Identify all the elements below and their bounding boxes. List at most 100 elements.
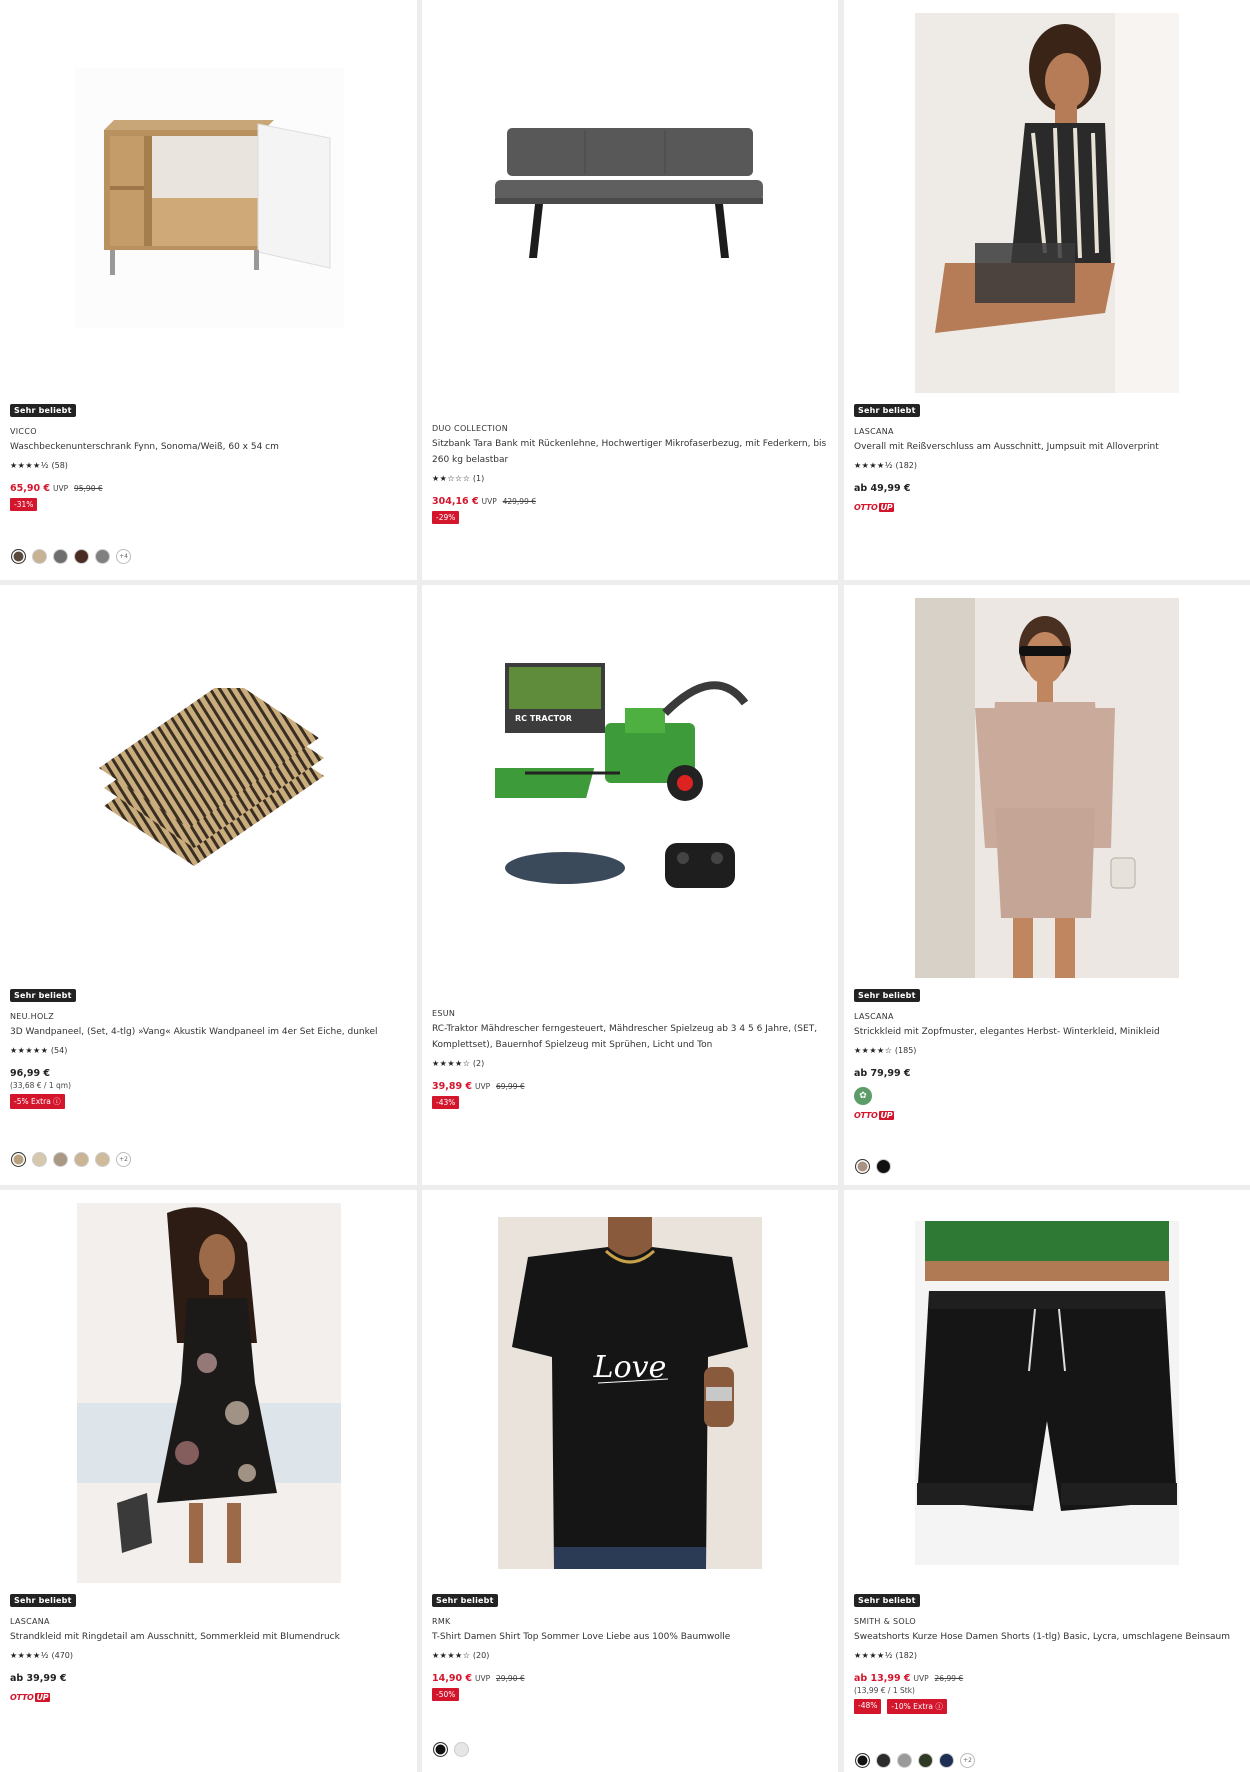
- uvp-label: UVP: [52, 484, 69, 493]
- review-count: (20): [472, 1651, 490, 1660]
- brand-name[interactable]: DUO COLLECTION: [432, 424, 830, 433]
- product-image[interactable]: [0, 585, 417, 980]
- sustainability-leaf-icon[interactable]: ✿: [854, 1087, 872, 1105]
- color-swatch[interactable]: [11, 549, 26, 564]
- color-swatch[interactable]: [855, 1159, 870, 1174]
- jumpsuit-model-image: [915, 12, 1179, 393]
- review-count: (1): [472, 474, 485, 483]
- popular-badge: Sehr beliebt: [10, 404, 76, 417]
- popular-badge: Sehr beliebt: [10, 989, 76, 1002]
- color-swatch[interactable]: [876, 1753, 891, 1768]
- uvp-price: 429,99 €: [502, 497, 537, 506]
- brand-name[interactable]: RMK: [432, 1617, 830, 1626]
- product-image[interactable]: Love: [422, 1190, 838, 1585]
- star-rating-icon: ★★★★½: [10, 1651, 49, 1660]
- brand-name[interactable]: LASCANA: [854, 1012, 1242, 1021]
- review-count: (2): [472, 1059, 485, 1068]
- box-label: RC TRACTOR: [515, 714, 572, 723]
- popular-badge: Sehr beliebt: [854, 1594, 920, 1607]
- brand-name[interactable]: ESUN: [432, 1009, 830, 1018]
- price-row: 96,99 €: [10, 1068, 409, 1079]
- product-image[interactable]: [0, 0, 417, 395]
- uvp-label: UVP: [481, 497, 497, 506]
- product-card[interactable]: Sehr beliebt LASCANA Strickkleid mit Zop…: [844, 585, 1250, 1185]
- color-swatch[interactable]: [897, 1753, 912, 1768]
- color-swatches: +2: [11, 1152, 131, 1167]
- popular-badge: Sehr beliebt: [10, 1594, 76, 1607]
- price-row: 14,90 € UVP 29,90 €: [432, 1673, 830, 1684]
- product-card[interactable]: DUO COLLECTION Sitzbank Tara Bank mit Rü…: [422, 0, 838, 580]
- star-rating-icon: ★★★★☆: [432, 1059, 471, 1068]
- product-image[interactable]: [844, 585, 1250, 980]
- more-colors-button[interactable]: +4: [116, 549, 131, 564]
- product-title[interactable]: Sweatshorts Kurze Hose Damen Shorts (1-t…: [854, 1629, 1242, 1645]
- price: 96,99 €: [10, 1068, 50, 1079]
- wall-panel-image: [98, 687, 324, 866]
- review-count: (54): [50, 1046, 68, 1055]
- product-card[interactable]: Sehr beliebt NEU.HOLZ 3D Wandpaneel, (Se…: [0, 585, 417, 1185]
- rating: ★★★★☆ (185): [854, 1046, 1242, 1055]
- product-image[interactable]: [422, 0, 838, 395]
- product-card[interactable]: Love Sehr beliebt RMK T-Shirt Damen Shir…: [422, 1190, 838, 1772]
- product-image[interactable]: [844, 1190, 1250, 1585]
- extra-discount-badge[interactable]: -5% Extra ⓘ: [10, 1094, 65, 1109]
- color-swatch[interactable]: [855, 1753, 870, 1768]
- star-rating-icon: ★★★★½: [854, 1651, 893, 1660]
- product-title[interactable]: T-Shirt Damen Shirt Top Sommer Love Lieb…: [432, 1629, 830, 1645]
- product-title[interactable]: Sitzbank Tara Bank mit Rückenlehne, Hoch…: [432, 436, 830, 468]
- product-title[interactable]: Overall mit Reißverschluss am Ausschnitt…: [854, 439, 1242, 455]
- price: ab 49,99 €: [854, 483, 911, 494]
- color-swatch[interactable]: [876, 1159, 891, 1174]
- product-card[interactable]: Sehr beliebt VICCO Waschbeckenunterschra…: [0, 0, 417, 580]
- uvp-label: UVP: [474, 1674, 491, 1683]
- product-card[interactable]: Sehr beliebt LASCANA Strandkleid mit Rin…: [0, 1190, 417, 1772]
- price-row: ab 13,99 € UVP 26,99 €: [854, 1673, 1242, 1684]
- product-title[interactable]: Strandkleid mit Ringdetail am Ausschnitt…: [10, 1629, 409, 1645]
- color-swatch[interactable]: [32, 1152, 47, 1167]
- product-image[interactable]: RC TRACTOR: [422, 585, 838, 980]
- brand-name[interactable]: NEU.HOLZ: [10, 1012, 409, 1021]
- brand-name[interactable]: LASCANA: [10, 1617, 409, 1626]
- brand-name[interactable]: SMITH & SOLO: [854, 1617, 1242, 1626]
- product-title[interactable]: Waschbeckenunterschrank Fynn, Sonoma/Wei…: [10, 439, 409, 455]
- uvp-price: 95,90 €: [74, 484, 103, 493]
- price: 65,90 €: [10, 483, 50, 494]
- popular-badge: Sehr beliebt: [432, 1594, 498, 1607]
- color-swatches: +4: [11, 549, 131, 564]
- rating: ★★★★½ (58): [10, 461, 409, 470]
- color-swatch[interactable]: [11, 1152, 26, 1167]
- star-rating-icon: ★★☆☆☆: [432, 474, 471, 483]
- color-swatch[interactable]: [74, 1152, 89, 1167]
- color-swatch[interactable]: [454, 1742, 469, 1757]
- color-swatch[interactable]: [53, 1152, 68, 1167]
- product-image[interactable]: [0, 1190, 417, 1585]
- color-swatch[interactable]: [95, 549, 110, 564]
- knit-dress-model-image: [915, 597, 1179, 978]
- more-colors-button[interactable]: +2: [960, 1753, 975, 1768]
- product-card[interactable]: RC TRACTOR ESUN RC-Traktor Mähdrescher f…: [422, 585, 838, 1185]
- price: ab 79,99 €: [854, 1068, 911, 1079]
- brand-name[interactable]: LASCANA: [854, 427, 1242, 436]
- review-count: (470): [51, 1651, 74, 1660]
- more-colors-button[interactable]: +2: [116, 1152, 131, 1167]
- color-swatch[interactable]: [32, 549, 47, 564]
- color-swatch[interactable]: [433, 1742, 448, 1757]
- sweatshorts-model-image: [915, 1220, 1179, 1565]
- product-image[interactable]: [844, 0, 1250, 395]
- color-swatch[interactable]: [74, 549, 89, 564]
- price-row: ab 49,99 €: [854, 483, 1242, 494]
- brand-name[interactable]: VICCO: [10, 427, 409, 436]
- color-swatch[interactable]: [939, 1753, 954, 1768]
- color-swatch[interactable]: [53, 549, 68, 564]
- discount-badge: -31%: [10, 498, 38, 511]
- color-swatch[interactable]: [95, 1152, 110, 1167]
- color-swatch[interactable]: [918, 1753, 933, 1768]
- product-title[interactable]: RC-Traktor Mähdrescher ferngesteuert, Mä…: [432, 1021, 830, 1053]
- product-title[interactable]: 3D Wandpaneel, (Set, 4-tlg) »Vang« Akust…: [10, 1024, 409, 1040]
- extra-discount-badge[interactable]: -10% Extra ⓘ: [887, 1699, 947, 1714]
- price: 39,89 €: [432, 1081, 472, 1092]
- product-card[interactable]: Sehr beliebt LASCANA Overall mit Reißver…: [844, 0, 1250, 580]
- product-card[interactable]: Sehr beliebt SMITH & SOLO Sweatshorts Ku…: [844, 1190, 1250, 1772]
- star-rating-icon: ★★★★★: [10, 1046, 49, 1055]
- product-title[interactable]: Strickkleid mit Zopfmuster, elegantes He…: [854, 1024, 1242, 1040]
